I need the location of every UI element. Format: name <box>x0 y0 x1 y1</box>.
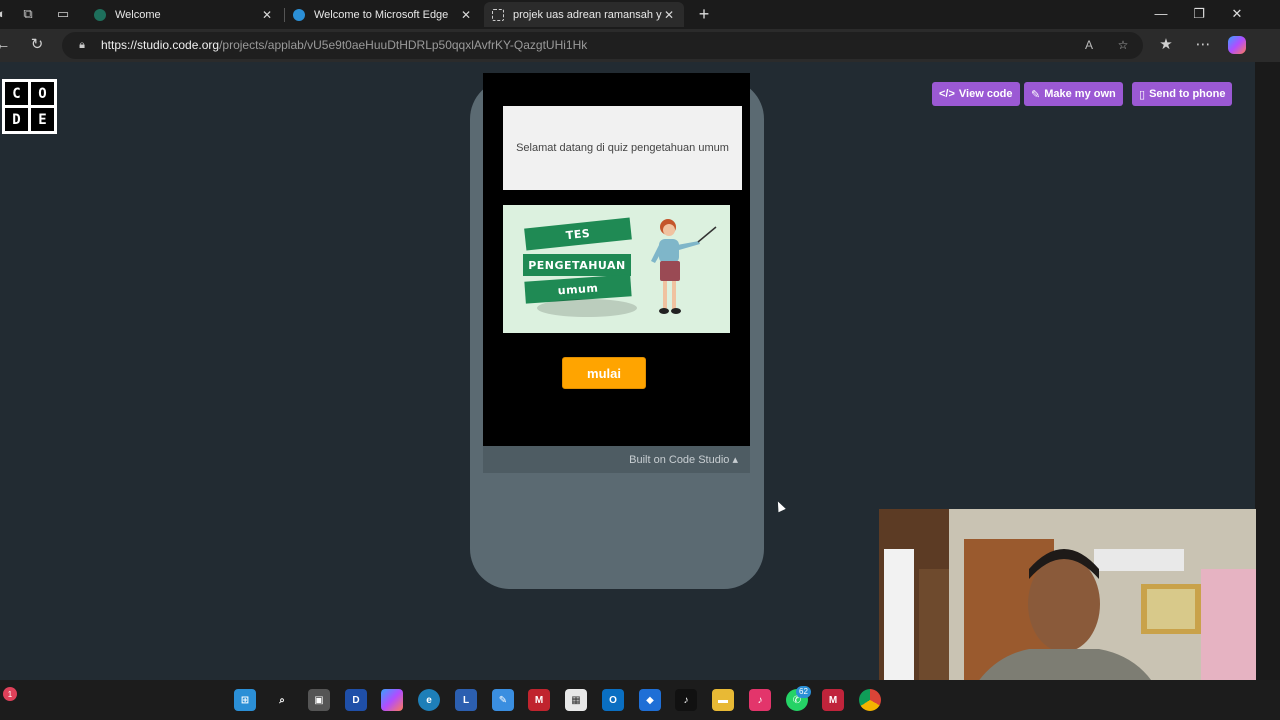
search-icon[interactable]: ⌕ <box>271 689 293 711</box>
profile-icon[interactable]: ◐ <box>0 6 10 22</box>
tab-title: projek uas adrean ramansah yang <box>513 8 662 21</box>
banner-tes: TES <box>524 217 632 251</box>
refresh-icon[interactable]: ↻ <box>26 34 48 56</box>
task-view-icon[interactable]: ▣ <box>308 689 330 711</box>
close-tab-icon[interactable]: ✕ <box>459 8 473 22</box>
url-host: https://studio.code.org <box>101 38 220 52</box>
view-code-label: View code <box>958 88 1013 100</box>
tab-welcome[interactable]: Welcome ✕ <box>86 2 282 27</box>
chrome-icon[interactable] <box>859 689 881 711</box>
logo-letter: O <box>31 82 54 105</box>
back-icon[interactable]: ← <box>0 34 14 56</box>
start-button[interactable]: mulai <box>562 357 646 389</box>
tiktok-alt-icon[interactable]: ♪ <box>749 689 771 711</box>
tab-actions-icon[interactable]: ▭ <box>55 6 71 22</box>
app-screen: Selamat datang di quiz pengetahuan umum … <box>483 73 750 446</box>
notification-badge[interactable]: 1 <box>3 687 17 701</box>
l-app-icon[interactable]: L <box>455 689 477 711</box>
edge-favicon-icon <box>94 8 106 21</box>
maximize-button[interactable]: ❐ <box>1184 4 1214 24</box>
phone-icon: ▯ <box>1139 88 1146 101</box>
whatsapp-badge: 62 <box>796 686 811 698</box>
make-my-own-label: Make my own <box>1044 88 1116 100</box>
address-bar[interactable]: 🔒︎ https://studio.code.org/projects/appl… <box>62 32 1143 59</box>
send-to-phone-label: Send to phone <box>1149 88 1226 100</box>
tab-title: Welcome <box>115 8 161 21</box>
close-window-button[interactable]: ✕ <box>1222 4 1252 24</box>
logo-letter: C <box>5 82 28 105</box>
windows-taskbar: 1 ⊞ ⌕ ▣ D e L ✎ M ▦ O ◆ ♪ ▬ ♪ ✆ 62 M <box>0 680 1280 720</box>
edge-icon[interactable]: e <box>418 689 440 711</box>
store-icon[interactable]: ▦ <box>565 689 587 711</box>
favorites-icon[interactable]: ★ <box>1155 34 1177 56</box>
tiktok-icon[interactable]: ♪ <box>675 689 697 711</box>
close-tab-icon[interactable]: ✕ <box>260 8 274 22</box>
url-path: /projects/applab/vU5e9t0aeHuuDtHDRLp50qq… <box>219 38 588 52</box>
minimize-button[interactable]: — <box>1146 4 1176 24</box>
tab-welcome-edge[interactable]: Welcome to Microsoft Edge ✕ <box>285 2 481 27</box>
copilot-icon[interactable] <box>381 689 403 711</box>
edge-favicon-icon <box>293 8 305 21</box>
file-explorer-icon[interactable]: ▬ <box>712 689 734 711</box>
tab-title: Welcome to Microsoft Edge <box>314 8 449 21</box>
code-org-favicon-icon <box>492 8 504 21</box>
read-aloud-icon[interactable]: A <box>1080 36 1098 54</box>
banner-shadow <box>537 299 637 317</box>
code-icon: </> <box>939 88 955 100</box>
browser-toolbar: ← ↻ 🔒︎ https://studio.code.org/projects/… <box>0 29 1280 62</box>
close-tab-icon[interactable]: ✕ <box>662 8 676 22</box>
workspaces-icon[interactable]: ⧉ <box>20 6 36 22</box>
tab-projek-uas[interactable]: projek uas adrean ramansah yang ✕ <box>484 2 684 27</box>
start-icon[interactable]: ⊞ <box>234 689 256 711</box>
built-on-code-studio-link[interactable]: Built on Code Studio ▴ <box>483 446 750 473</box>
welcome-label: Selamat datang di quiz pengetahuan umum <box>503 106 742 190</box>
favorite-star-icon[interactable]: ☆ <box>1114 36 1132 54</box>
send-to-phone-button[interactable]: ▯ Send to phone <box>1132 82 1233 106</box>
pen-app-icon[interactable]: ✎ <box>492 689 514 711</box>
new-tab-button[interactable]: + <box>694 4 714 24</box>
defender-icon[interactable]: ◆ <box>639 689 661 711</box>
view-code-button[interactable]: </> View code <box>932 82 1020 106</box>
logo-letter: D <box>5 108 28 131</box>
teacher-figure-icon <box>651 219 717 314</box>
mendeley-icon[interactable]: M <box>822 689 844 711</box>
more-menu-icon[interactable]: ⋯ <box>1192 34 1214 56</box>
page-scrollbar[interactable] <box>1255 62 1280 680</box>
copilot-icon[interactable] <box>1228 36 1246 54</box>
logo-letter: E <box>31 108 54 131</box>
tab-strip: ◐ ⧉ ▭ Welcome ✕ Welcome to Microsoft Edg… <box>0 0 1280 29</box>
banner-pengetahuan: PENGETAHUAN <box>523 254 631 276</box>
lock-icon[interactable]: 🔒︎ <box>74 37 90 53</box>
devhome-icon[interactable]: D <box>345 689 367 711</box>
make-my-own-button[interactable]: ✎ Make my own <box>1024 82 1123 106</box>
quiz-image: TES PENGETAHUAN umum <box>503 205 730 333</box>
outlook-icon[interactable]: O <box>602 689 624 711</box>
mcafee-icon[interactable]: M <box>528 689 550 711</box>
url-text[interactable]: https://studio.code.org/projects/applab/… <box>101 38 587 52</box>
code-org-logo[interactable]: C O D E <box>2 79 57 134</box>
edit-icon: ✎ <box>1031 88 1041 101</box>
